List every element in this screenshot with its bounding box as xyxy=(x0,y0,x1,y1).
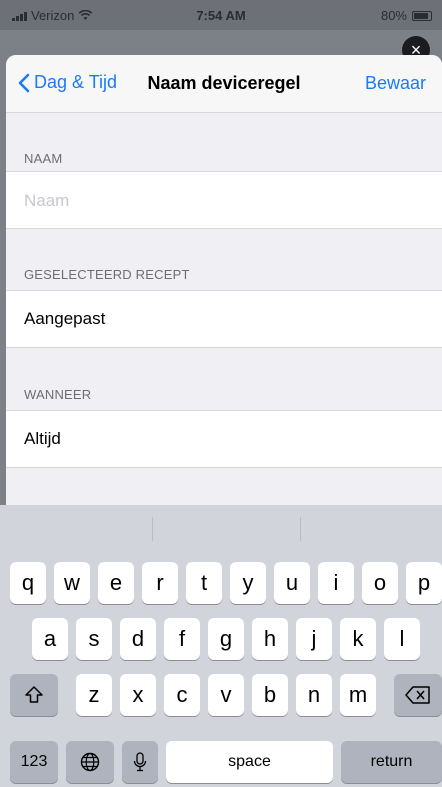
status-right: 80% xyxy=(381,8,432,23)
dictation-key[interactable] xyxy=(122,741,158,783)
key-r[interactable]: r xyxy=(142,562,178,604)
key-y[interactable]: y xyxy=(230,562,266,604)
navigation-bar: Dag & Tijd Naam deviceregel Bewaar xyxy=(6,55,442,113)
key-f[interactable]: f xyxy=(164,618,200,660)
globe-key[interactable] xyxy=(66,741,114,783)
battery-percent: 80% xyxy=(380,8,407,23)
key-s[interactable]: s xyxy=(76,618,112,660)
status-bar: Verizon 7:54 AM 80% xyxy=(0,0,442,30)
name-input[interactable] xyxy=(24,188,424,214)
space-key[interactable]: space xyxy=(166,741,333,783)
key-z[interactable]: z xyxy=(76,674,112,716)
key-v[interactable]: v xyxy=(208,674,244,716)
key-c[interactable]: c xyxy=(164,674,200,716)
microphone-icon xyxy=(133,752,147,772)
battery-icon xyxy=(412,10,432,21)
key-n[interactable]: n xyxy=(296,674,332,716)
name-row xyxy=(6,171,442,229)
return-key[interactable]: return xyxy=(341,741,442,783)
section-header-name: NAAM xyxy=(24,151,63,166)
globe-icon xyxy=(80,752,100,772)
key-j[interactable]: j xyxy=(296,618,332,660)
key-t[interactable]: t xyxy=(186,562,222,604)
key-p[interactable]: p xyxy=(406,562,442,604)
section-header-when: WANNEER xyxy=(24,387,92,402)
key-k[interactable]: k xyxy=(340,618,376,660)
delete-key[interactable] xyxy=(394,674,442,716)
key-g[interactable]: g xyxy=(208,618,244,660)
key-d[interactable]: d xyxy=(120,618,156,660)
when-row[interactable]: Altijd xyxy=(6,410,442,468)
key-w[interactable]: w xyxy=(54,562,90,604)
key-i[interactable]: i xyxy=(318,562,354,604)
key-b[interactable]: b xyxy=(252,674,288,716)
shift-key[interactable] xyxy=(10,674,58,716)
section-header-recipe: GESELECTEERD RECEPT xyxy=(24,267,190,282)
key-o[interactable]: o xyxy=(362,562,398,604)
status-time: 7:54 AM xyxy=(196,8,246,23)
key-e[interactable]: e xyxy=(98,562,134,604)
suggestion-bar xyxy=(0,505,442,553)
delete-icon xyxy=(405,686,430,704)
key-x[interactable]: x xyxy=(120,674,156,716)
key-l[interactable]: l xyxy=(384,618,420,660)
key-a[interactable]: a xyxy=(32,618,68,660)
suggestion-divider xyxy=(152,517,153,541)
keyboard: q w e r t y u i o p a s d f g h j k l z … xyxy=(0,505,442,787)
recipe-row[interactable]: Aangepast xyxy=(6,290,442,348)
shift-icon xyxy=(25,686,43,703)
numbers-key[interactable]: 123 xyxy=(10,741,58,783)
when-value: Altijd xyxy=(24,429,61,448)
key-h[interactable]: h xyxy=(252,618,288,660)
suggestion-divider xyxy=(300,517,301,541)
recipe-value: Aangepast xyxy=(24,309,106,328)
key-m[interactable]: m xyxy=(340,674,376,716)
key-u[interactable]: u xyxy=(274,562,310,604)
save-button[interactable]: Bewaar xyxy=(365,73,426,94)
key-q[interactable]: q xyxy=(10,562,46,604)
